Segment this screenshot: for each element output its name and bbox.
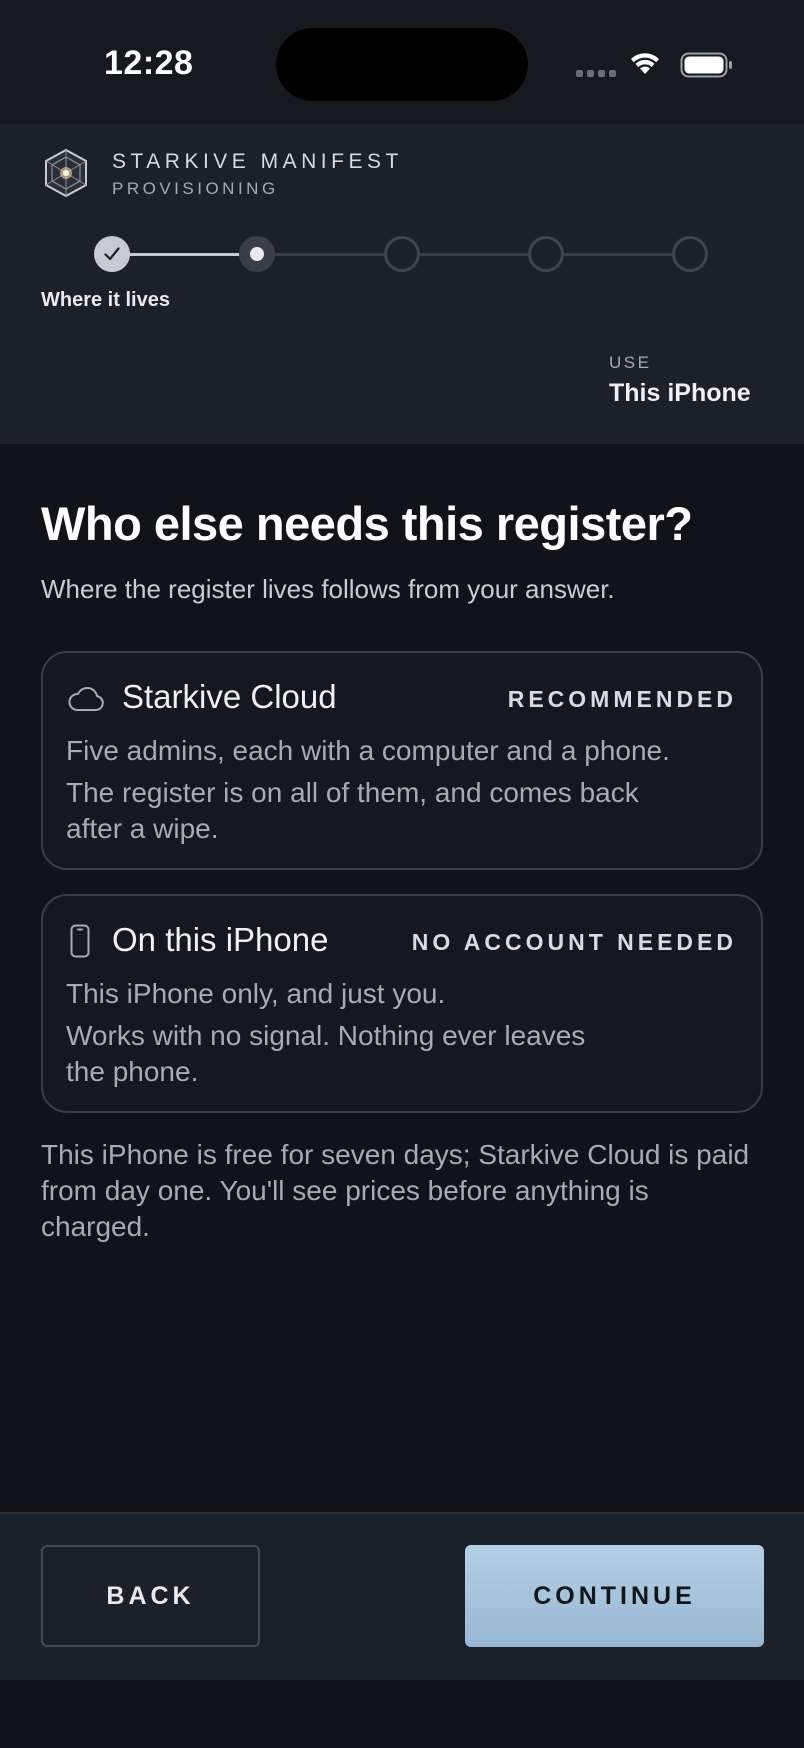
cellular-signal-icon <box>576 70 616 77</box>
pricing-footnote: This iPhone is free for seven days; Star… <box>41 1139 750 1242</box>
option-description-line: the phone. <box>66 1056 199 1087</box>
option-name: Starkive Cloud <box>122 678 337 715</box>
option-description-line: The register is on all of them, and come… <box>66 777 639 808</box>
option-description-line: Five admins, each with a computer and a … <box>66 735 670 766</box>
progress-stepper <box>94 236 714 272</box>
option-on-this-iphone[interactable]: On this iPhone NO ACCOUNT NEEDED This iP… <box>41 894 763 1113</box>
step-connector <box>272 253 386 256</box>
wifi-icon <box>631 53 659 74</box>
option-starkive-cloud[interactable]: Starkive Cloud RECOMMENDED Five admins, … <box>41 651 763 870</box>
use-kicker: USE <box>609 353 652 372</box>
status-bar: 12:28 <box>0 0 804 124</box>
brand-name: STARKIVE MANIFEST <box>112 150 403 173</box>
step-2-current <box>239 236 275 272</box>
checkmark-icon <box>104 247 120 261</box>
step-5 <box>672 236 708 272</box>
cloud-icon <box>68 687 104 711</box>
step-connector <box>560 253 674 256</box>
continue-button[interactable]: CONTINUE <box>465 1545 764 1647</box>
step-1-completed <box>94 236 130 272</box>
option-tag: RECOMMENDED <box>507 686 737 712</box>
option-description-line: after a wipe. <box>66 813 219 844</box>
back-button[interactable]: BACK <box>41 1545 260 1647</box>
option-description-line: This iPhone only, and just you. <box>66 978 446 1009</box>
battery-icon <box>680 52 732 78</box>
option-description-line: Works with no signal. Nothing ever leave… <box>66 1020 586 1051</box>
option-tag: NO ACCOUNT NEEDED <box>411 929 737 955</box>
home-indicator-area <box>0 1680 804 1748</box>
step-3 <box>384 236 420 272</box>
step-connector <box>416 253 530 256</box>
step-connector-done <box>128 253 240 256</box>
brand-subtitle: PROVISIONING <box>112 179 279 198</box>
step-4 <box>528 236 564 272</box>
iphone-icon <box>70 924 90 958</box>
use-value: This iPhone <box>609 379 751 407</box>
starkive-logo-icon <box>45 148 87 198</box>
option-name: On this iPhone <box>112 921 329 958</box>
page-title: Who else needs this register? <box>41 497 693 550</box>
status-time: 12:28 <box>104 44 194 82</box>
current-step-label: Where it lives <box>41 289 170 311</box>
page-subtitle: Where the register lives follows from yo… <box>41 574 615 604</box>
dynamic-island <box>276 28 528 101</box>
